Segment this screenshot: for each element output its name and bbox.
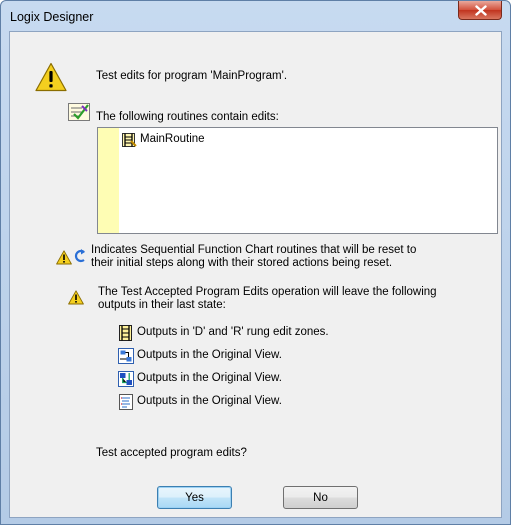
ladder-routine-icon (122, 133, 137, 147)
small-warning-icon (56, 250, 72, 265)
sfc-routine-icon (118, 371, 134, 387)
title-bar[interactable]: Logix Designer (1, 1, 510, 31)
close-icon (475, 5, 487, 16)
small-warning-icon (68, 290, 84, 305)
close-button[interactable] (458, 1, 502, 20)
function-block-icon (118, 348, 134, 364)
ladder-rung-icon (119, 325, 132, 341)
sfc-note-line-1: Indicates Sequential Function Chart rout… (91, 244, 417, 256)
warning-icon (35, 62, 67, 92)
output-item-label: Outputs in the Original View. (137, 372, 282, 384)
no-button[interactable]: No (283, 486, 358, 509)
list-item-label: MainRoutine (140, 133, 205, 145)
outputs-note-line-2: outputs in their last state: (98, 299, 226, 311)
header-message: Test edits for program 'MainProgram'. (96, 70, 288, 82)
output-item-label: Outputs in 'D' and 'R' rung edit zones. (137, 326, 329, 338)
sfc-reset-icon (74, 249, 85, 263)
outputs-note-line-1: The Test Accepted Program Edits operatio… (98, 286, 437, 298)
output-item-label: Outputs in the Original View. (137, 395, 282, 407)
routines-heading: The following routines contain edits: (96, 111, 279, 123)
question-text: Test accepted program edits? (96, 447, 247, 459)
yes-button[interactable]: Yes (157, 486, 232, 509)
routine-edits-icon (68, 103, 90, 121)
window-title: Logix Designer (10, 10, 94, 24)
routines-list[interactable]: MainRoutine (97, 127, 498, 234)
output-item-label: Outputs in the Original View. (137, 349, 282, 361)
dialog-window: Logix Designer Test edits for program 'M… (0, 0, 511, 525)
list-gutter (98, 128, 119, 233)
sfc-note-line-2: their initial steps along with their sto… (91, 257, 393, 269)
dialog-body: Test edits for program 'MainProgram'. Th… (9, 31, 502, 518)
structured-text-icon (119, 394, 133, 410)
